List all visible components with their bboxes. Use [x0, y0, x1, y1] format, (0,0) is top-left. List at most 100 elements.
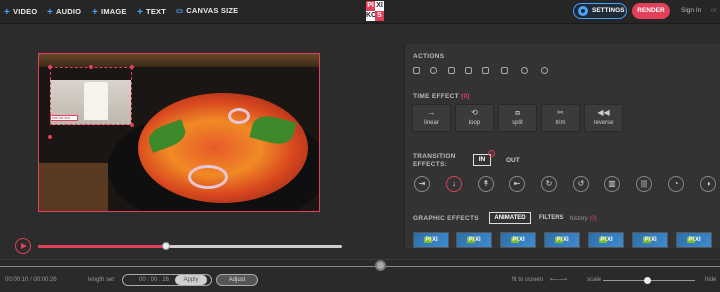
time-effect-reverse[interactable]: ◀◀ reverse	[584, 104, 623, 132]
resize-handle[interactable]	[130, 65, 134, 69]
fit-to-screen-button[interactable]: fit to screen	[512, 277, 543, 283]
contrast-icon[interactable]	[521, 67, 528, 74]
time-effect-label: reverse	[593, 120, 614, 126]
split-icon: ⧈	[514, 108, 521, 117]
thumb-text: PI	[555, 237, 563, 243]
scissors-icon: ✂	[557, 108, 564, 117]
progress-bar[interactable]	[38, 242, 342, 250]
add-audio-button[interactable]: + AUDIO	[47, 6, 81, 18]
plus-icon: +	[47, 7, 54, 18]
time-effect-title: TIME EFFECT (0)	[413, 93, 470, 100]
canvas-size-button[interactable]: ▭ CANVAS SIZE	[176, 6, 238, 15]
transition-clock-icon[interactable]: ◔	[668, 176, 684, 192]
thumb-text: PI	[599, 237, 607, 243]
resize-handle[interactable]	[48, 135, 52, 139]
bottom-bar	[0, 259, 720, 292]
scale-label: scale	[587, 277, 602, 283]
effect-thumbnail[interactable]: PIXI	[456, 232, 492, 248]
thumb-text: XI	[695, 237, 701, 243]
track-scrubber-line[interactable]	[0, 266, 720, 267]
play-button[interactable]	[15, 238, 31, 254]
resize-handle[interactable]	[48, 65, 52, 69]
thumb-text: PI	[643, 237, 651, 243]
animated-tab[interactable]: ANIMATED	[489, 212, 531, 224]
flip-icon[interactable]	[448, 67, 455, 74]
time-effect-label: TIME EFFECT	[413, 93, 459, 100]
time-effect-split[interactable]: ⧈ split	[498, 104, 537, 132]
time-effect-trim[interactable]: ✂ trim	[541, 104, 580, 132]
effect-thumbnail[interactable]: PIXI	[632, 232, 668, 248]
effect-thumbnail[interactable]: PIXI	[413, 232, 449, 248]
time-effect-linear[interactable]: → linear	[412, 104, 451, 132]
transition-rotate-ccw-icon[interactable]: ↺	[573, 176, 589, 192]
filters-tab[interactable]: FILTERS	[539, 215, 564, 221]
transition-slide-down-icon[interactable]: ↓	[446, 176, 462, 192]
adjust-button[interactable]: Adjust	[216, 274, 258, 286]
time-effect-label: trim	[555, 120, 566, 126]
background-table	[38, 163, 108, 212]
transition-title: TRANSITION	[413, 153, 456, 160]
scale-slider-knob[interactable]	[644, 277, 651, 284]
brightness-icon[interactable]	[541, 67, 548, 74]
add-text-button[interactable]: + TEXT	[137, 6, 166, 18]
transition-out-tab[interactable]: OUT	[506, 157, 520, 164]
folder-icon: ▭	[176, 6, 184, 15]
thumb-text: PI	[467, 237, 475, 243]
transition-in-badge: 1	[488, 150, 495, 157]
add-video-button[interactable]: + VIDEO	[4, 6, 38, 18]
volume-icon[interactable]	[465, 67, 472, 74]
video-canvas[interactable]: edit the text	[38, 53, 320, 212]
history-count: (0)	[589, 216, 597, 222]
progress-knob[interactable]	[161, 242, 170, 250]
resize-handle[interactable]	[130, 123, 134, 127]
crop-icon[interactable]	[501, 67, 508, 74]
sign-in-link[interactable]: Sign In	[681, 7, 701, 14]
trash-icon[interactable]	[413, 67, 420, 74]
add-image-button[interactable]: + IMAGE	[92, 6, 127, 18]
transition-fade-icon[interactable]: ◑	[700, 176, 716, 192]
apply-button[interactable]: Apply	[175, 275, 207, 285]
transition-title-2: EFFECTS:	[413, 161, 448, 168]
add-video-label: VIDEO	[13, 7, 38, 16]
time-effect-loop[interactable]: ⟲ loop	[455, 104, 494, 132]
top-toolbar: + VIDEO + AUDIO + IMAGE + TEXT ▭ CANVAS SIZE …	[0, 0, 720, 24]
plus-icon: +	[137, 7, 144, 18]
add-image-label: IMAGE	[101, 7, 127, 16]
rewind-icon: ◀◀	[597, 108, 610, 117]
time-display: 00:00:10 / 00:00:26	[5, 277, 57, 283]
effect-thumbnail[interactable]: PIXI	[588, 232, 624, 248]
logo-cell: S	[375, 11, 384, 21]
transition-blinds-icon[interactable]: ▥	[604, 176, 620, 192]
effect-thumbnail[interactable]: PIXI	[676, 232, 712, 248]
plus-icon: +	[92, 7, 99, 18]
copy-icon[interactable]	[430, 67, 437, 74]
thumb-text: PI	[511, 237, 519, 243]
signup-link[interactable]: or	[711, 7, 717, 14]
transition-push-left-icon[interactable]: ⇤	[509, 176, 525, 192]
render-button[interactable]: RENDER	[632, 3, 670, 19]
thumb-text: PI	[424, 237, 432, 243]
thumb-text: PI	[687, 237, 695, 243]
graphic-effects-title: GRAPHIC EFFECTS	[413, 215, 479, 222]
effect-thumbnail[interactable]: PIXI	[544, 232, 580, 248]
track-scrubber-knob[interactable]	[375, 260, 386, 271]
canvas-size-label: CANVAS SIZE	[186, 6, 239, 15]
hide-button[interactable]: hide	[705, 277, 716, 283]
history-link[interactable]: history (0)	[570, 216, 597, 222]
thumb-text: XI	[651, 237, 657, 243]
overlay-text-tag[interactable]: edit the text	[50, 115, 78, 121]
time-effect-count: (0)	[461, 93, 470, 100]
plus-icon: +	[4, 7, 11, 18]
transition-slide-up-icon[interactable]: ↟	[478, 176, 494, 192]
transition-push-right-icon[interactable]: ⇥	[414, 176, 430, 192]
logo-cell: KO	[366, 11, 377, 21]
effect-thumbnail[interactable]: PIXI	[500, 232, 536, 248]
thumb-text: XI	[563, 237, 569, 243]
resize-handle[interactable]	[89, 65, 93, 69]
thumb-text: XI	[432, 237, 438, 243]
mute-icon[interactable]	[482, 67, 489, 74]
settings-button[interactable]: SETTINGS	[573, 3, 627, 19]
time-effect-label: linear	[424, 120, 439, 126]
transition-bars-icon[interactable]: |||	[636, 176, 652, 192]
transition-rotate-cw-icon[interactable]: ↻	[541, 176, 557, 192]
